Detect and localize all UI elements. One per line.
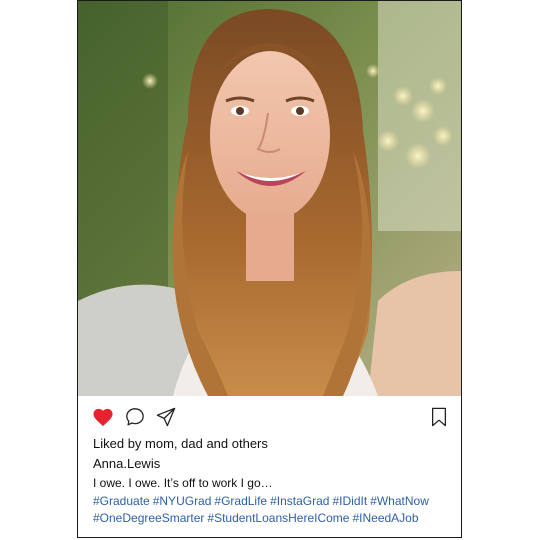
comment-icon[interactable] <box>125 407 145 427</box>
paper-plane-icon[interactable] <box>156 407 176 427</box>
action-bar <box>78 396 461 436</box>
hashtag-link[interactable]: #Graduate <box>93 494 150 508</box>
selfie-image <box>78 1 461 396</box>
instagram-post-card: Liked by mom, dad and others Anna.Lewis … <box>77 0 462 538</box>
caption-area: Liked by mom, dad and others Anna.Lewis … <box>93 436 453 527</box>
post-photo <box>78 1 461 396</box>
hashtag-link[interactable]: #WhatNow <box>370 494 429 508</box>
hashtag-link[interactable]: #InstaGrad <box>270 494 329 508</box>
username[interactable]: Anna.Lewis <box>93 456 453 472</box>
hashtag-link[interactable]: #StudentLoansHereICome <box>207 511 349 525</box>
heart-icon[interactable] <box>92 407 114 427</box>
hashtag-link[interactable]: #OneDegreeSmarter <box>93 511 204 525</box>
hashtag-list: #Graduate #NYUGrad #GradLife #InstaGrad #IDi… <box>93 493 453 527</box>
bookmark-icon[interactable] <box>430 407 448 427</box>
hashtag-link[interactable]: #NYUGrad <box>153 494 212 508</box>
likes-text[interactable]: Liked by mom, dad and others <box>93 436 453 452</box>
hashtag-link[interactable]: #INeedAJob <box>352 511 418 525</box>
hashtag-link[interactable]: #IDidIt <box>332 494 367 508</box>
post-caption: I owe. I owe. It’s off to work I go… <box>93 476 273 490</box>
hashtag-link[interactable]: #GradLife <box>214 494 267 508</box>
